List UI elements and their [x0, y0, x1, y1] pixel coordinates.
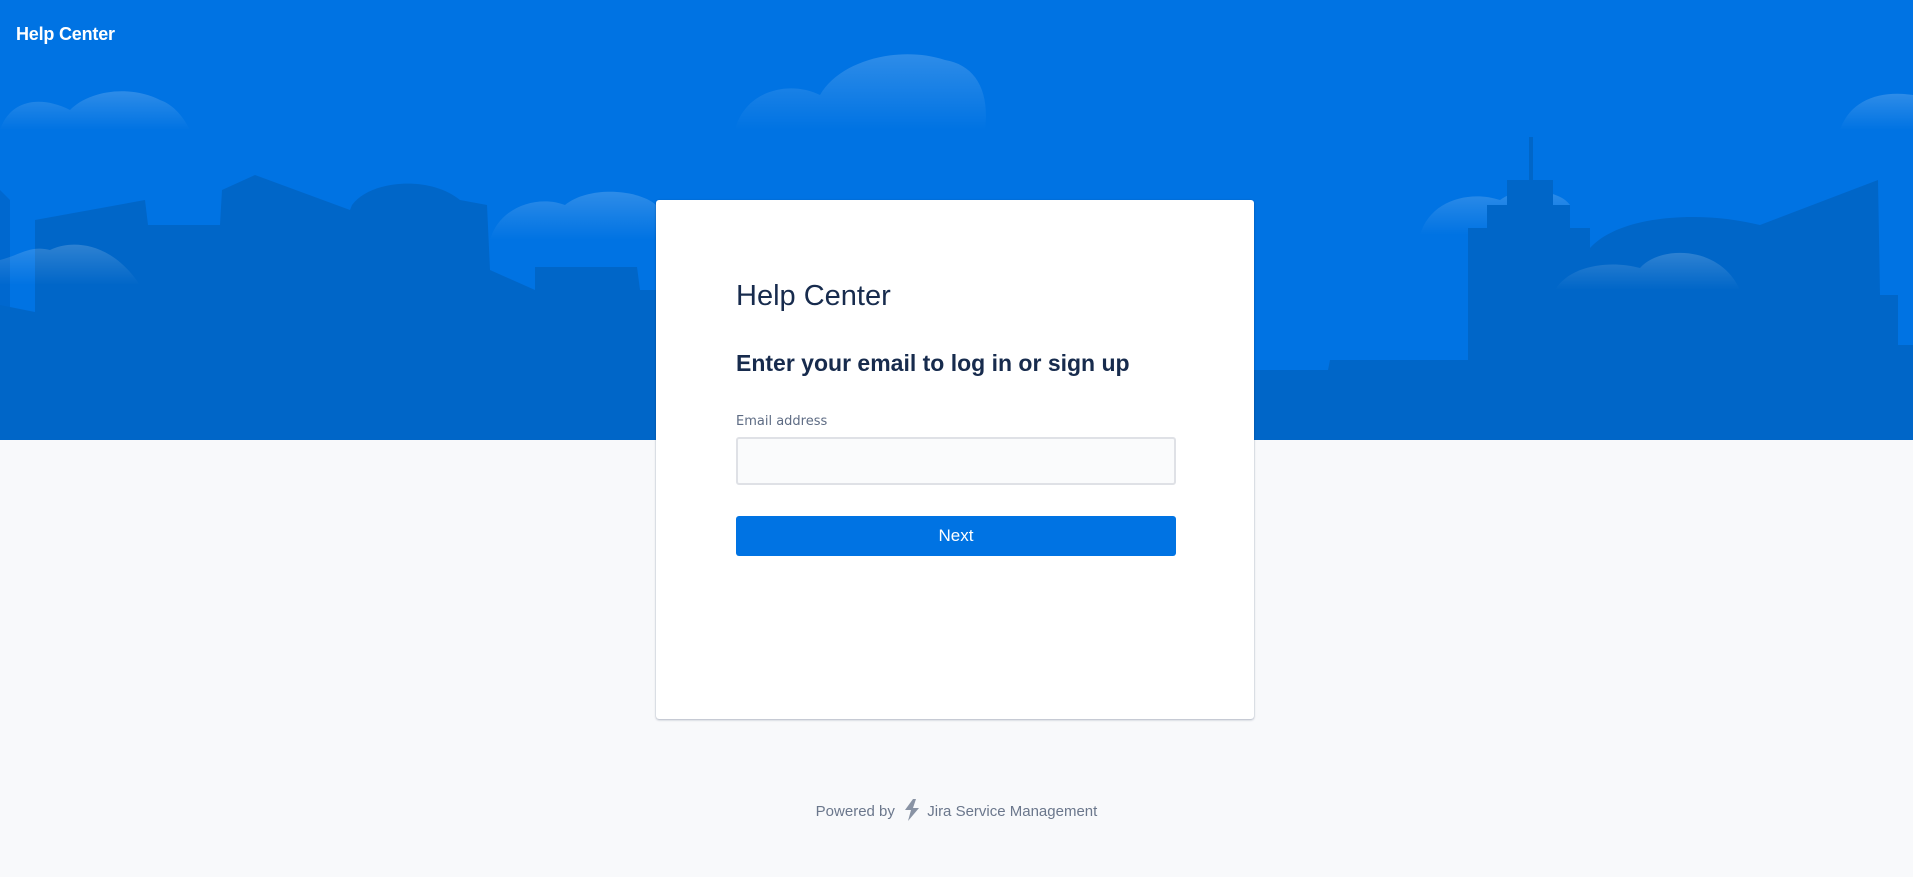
- product-name-link[interactable]: Jira Service Management: [927, 803, 1097, 820]
- footer: Powered by Jira Service Management: [0, 799, 1913, 825]
- card-title: Help Center: [736, 280, 891, 312]
- card-subtitle: Enter your email to log in or sign up: [736, 350, 1130, 376]
- email-label: Email address: [736, 414, 828, 429]
- powered-by-text: Powered by: [815, 802, 895, 820]
- login-card: Help Center Enter your email to log in o…: [656, 200, 1254, 719]
- help-center-login-page: Help Center Help Center Enter your email…: [0, 0, 1913, 877]
- header-title[interactable]: Help Center: [16, 24, 115, 45]
- next-button[interactable]: Next: [736, 516, 1176, 556]
- jira-service-management-bolt-icon: [903, 799, 921, 825]
- email-input[interactable]: [736, 437, 1176, 485]
